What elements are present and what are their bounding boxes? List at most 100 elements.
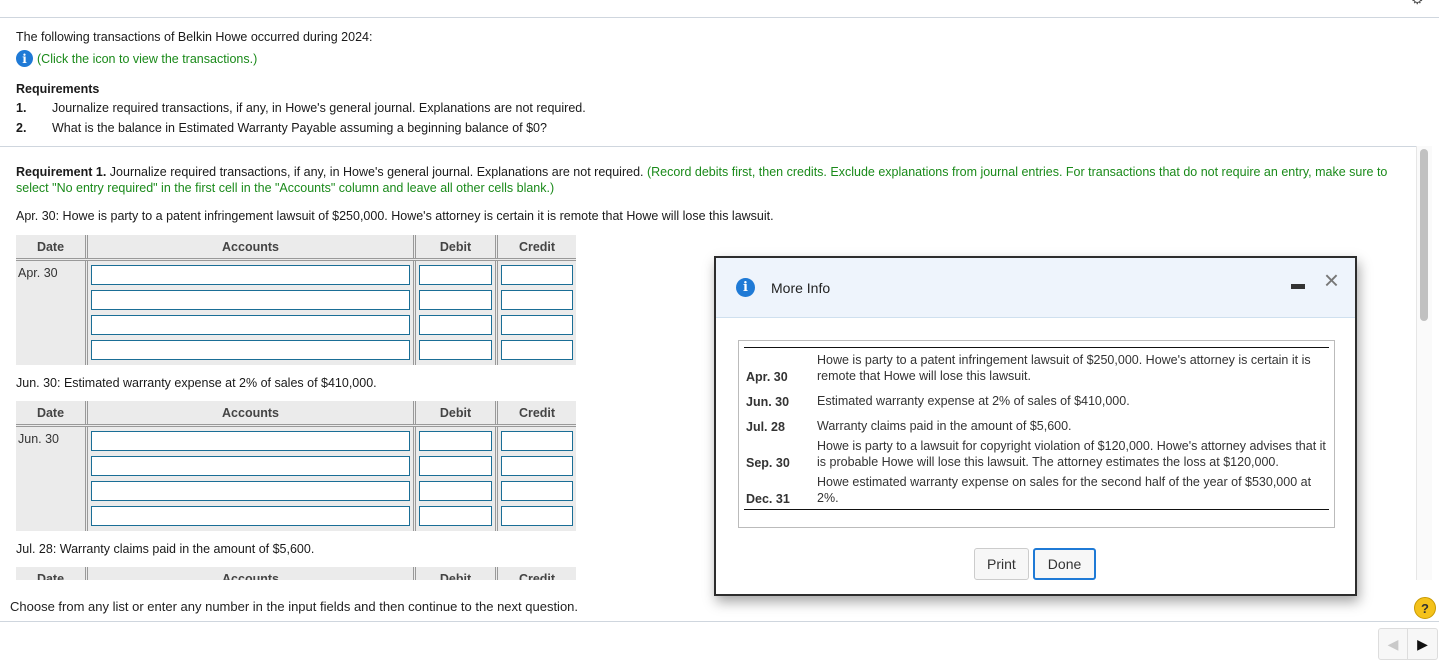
debit-input[interactable] [419,340,492,360]
requirement-1-label: Requirement 1. [16,165,107,179]
accounts-column [88,261,416,365]
gear-icon[interactable]: ⚙ [1411,0,1425,6]
account-input[interactable] [91,431,410,451]
debit-input[interactable] [419,506,492,526]
debit-input[interactable] [419,481,492,501]
transaction-text: Estimated warranty expense at 2% of sale… [817,394,1130,408]
intro-text: The following transactions of Belkin How… [16,30,373,44]
transaction-description: Apr. 30: Howe is party to a patent infri… [16,209,774,223]
requirements-list: 1. Journalize required transactions, if … [16,101,586,135]
print-button[interactable]: Print [974,548,1029,580]
account-input[interactable] [91,265,410,285]
account-input[interactable] [91,315,410,335]
credit-input[interactable] [501,315,573,335]
help-icon[interactable]: ? [1414,597,1436,619]
transaction-text: Warranty claims paid in the amount of $5… [817,419,1072,433]
header-debit: Debit [416,567,498,580]
debit-input[interactable] [419,315,492,335]
info-link-text[interactable]: (Click the icon to view the transactions… [37,52,257,66]
transaction-row: Sep. 30 Howe is party to a lawsuit for c… [744,438,1329,470]
transaction-row: Apr. 30 Howe is party to a patent infrin… [744,352,1329,384]
account-input[interactable] [91,340,410,360]
debit-input[interactable] [419,290,492,310]
transaction-text: Howe is party to a lawsuit for copyright… [817,439,1326,469]
header-debit: Debit [416,401,498,424]
info-icon: i [736,278,755,297]
credit-input[interactable] [501,481,573,501]
header-credit: Credit [518,571,556,581]
debit-input[interactable] [419,265,492,285]
entry-date: Jun. 30 [16,427,88,531]
header-debit: Debit [416,235,498,258]
header-credit: Credit [518,239,556,254]
footer-hint: Choose from any list or enter any number… [10,599,579,614]
journal-body: Apr. 30 [16,261,576,365]
bottom-divider [0,621,1439,622]
next-arrow-icon[interactable]: ▶ [1408,629,1437,659]
journal-table-apr30: Date Accounts Debit Credit Apr. 30 [16,235,576,365]
requirement-item: 2. What is the balance in Estimated Warr… [16,121,586,135]
credit-input[interactable] [501,456,573,476]
view-transactions-link[interactable]: i (Click the icon to view the transactio… [16,50,586,67]
credit-input[interactable] [501,265,573,285]
requirements-title: Requirements [16,82,100,96]
header-date: Date [16,401,88,424]
credit-input[interactable] [501,506,573,526]
requirement-text: Journalize required transactions, if any… [52,101,586,115]
header-accounts: Accounts [88,235,416,258]
transaction-text: Howe estimated warranty expense on sales… [817,475,1312,505]
intro-section: The following transactions of Belkin How… [16,30,586,141]
journal-header: Date Accounts Debit Credit [16,567,576,580]
account-input[interactable] [91,290,410,310]
transaction-description: Jun. 30: Estimated warranty expense at 2… [16,376,377,390]
done-button[interactable]: Done [1032,548,1097,580]
journal-table-jul28: Date Accounts Debit Credit [16,567,576,580]
transaction-date: Jun. 30 [746,395,790,409]
journal-header: Date Accounts Debit Credit [16,235,576,261]
credit-input[interactable] [501,290,573,310]
credit-input[interactable] [501,340,573,360]
header-accounts: Accounts [88,401,416,424]
credit-column [498,427,576,531]
header-date: Date [16,235,88,258]
table-top-rule [744,347,1329,348]
requirement-1-text: Journalize required transactions, if any… [106,165,647,179]
header-credit: Credit [518,405,556,420]
debit-input[interactable] [419,431,492,451]
header-date: Date [16,567,88,580]
accounts-column [88,427,416,531]
transaction-text: Howe is party to a patent infringement l… [817,353,1311,383]
transactions-table: Apr. 30 Howe is party to a patent infrin… [738,340,1335,528]
journal-table-jun30: Date Accounts Debit Credit Jun. 30 [16,401,576,531]
account-input[interactable] [91,456,410,476]
requirement-number: 1. [16,101,27,115]
top-divider [0,17,1439,18]
dialog-buttons: Print Done [974,548,1097,580]
dialog-header: i More Info × [716,258,1355,318]
more-info-dialog: i More Info × Apr. 30 Howe is party to a… [714,256,1357,596]
requirement-1-instructions: Requirement 1. Journalize required trans… [16,164,1406,196]
debit-input[interactable] [419,456,492,476]
transaction-date: Jul. 28 [746,420,785,434]
requirement-text: What is the balance in Estimated Warrant… [52,121,547,135]
journal-header: Date Accounts Debit Credit [16,401,576,427]
transaction-row: Jul. 28 Warranty claims paid in the amou… [744,418,1329,434]
question-nav: ◀ ▶ [1378,628,1438,660]
minimize-icon[interactable] [1291,284,1305,289]
info-icon[interactable]: i [16,50,33,67]
transaction-date: Dec. 31 [746,492,790,506]
account-input[interactable] [91,506,410,526]
account-input[interactable] [91,481,410,501]
requirement-number: 2. [16,121,27,135]
credit-input[interactable] [501,431,573,451]
transaction-row: Dec. 31 Howe estimated warranty expense … [744,474,1329,506]
credit-column [498,261,576,365]
transaction-description: Jul. 28: Warranty claims paid in the amo… [16,542,315,556]
transaction-row: Jun. 30 Estimated warranty expense at 2%… [744,393,1329,409]
close-icon[interactable]: × [1324,267,1339,293]
vertical-scrollbar[interactable] [1416,146,1432,580]
dialog-title: More Info [771,279,831,296]
scrollbar-thumb[interactable] [1420,149,1428,321]
header-accounts: Accounts [88,567,416,580]
prev-arrow-icon[interactable]: ◀ [1379,629,1408,659]
